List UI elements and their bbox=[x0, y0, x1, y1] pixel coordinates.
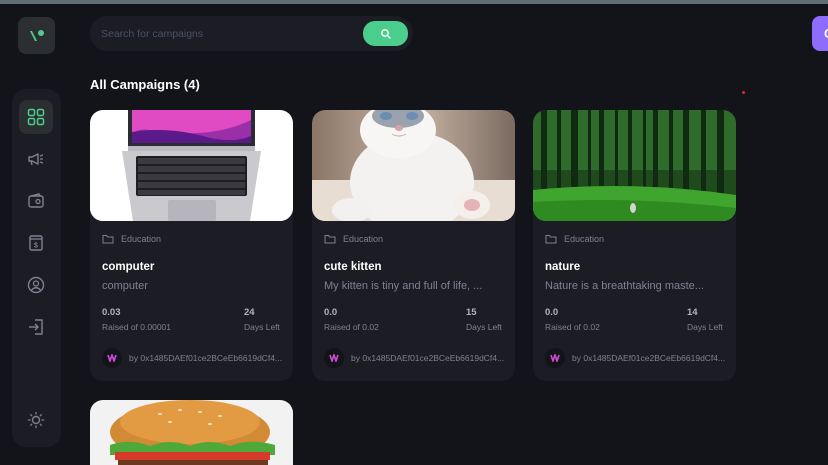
owner-avatar bbox=[324, 348, 344, 368]
user-icon bbox=[27, 276, 45, 294]
campaign-title: computer bbox=[102, 261, 155, 273]
search-input[interactable] bbox=[90, 27, 363, 40]
wallet-icon bbox=[28, 193, 44, 208]
campaign-card[interactable] bbox=[90, 400, 293, 465]
megaphone-icon bbox=[28, 153, 44, 166]
campaign-description: computer bbox=[102, 280, 148, 292]
app-logo[interactable] bbox=[18, 17, 55, 54]
create-campaign-button[interactable]: C bbox=[812, 16, 828, 51]
receipt-icon: $ bbox=[29, 235, 43, 251]
search-icon bbox=[380, 28, 391, 39]
grid-icon bbox=[27, 108, 45, 126]
owner-logo-icon bbox=[329, 354, 339, 362]
campaign-title: cute kitten bbox=[324, 261, 382, 273]
owner-logo-icon bbox=[550, 354, 560, 362]
campaign-owner: by 0x1485DAEf01ce2BCeEb6619dCf4... bbox=[324, 348, 506, 368]
raised-value: 0.0 bbox=[324, 307, 338, 318]
nav-payment[interactable] bbox=[19, 184, 53, 218]
campaign-image-burger bbox=[90, 400, 293, 465]
raised-label: Raised of 0.02 bbox=[324, 322, 379, 332]
campaign-card[interactable]: Education cute kitten My kitten is tiny … bbox=[312, 110, 515, 381]
raised-label: Raised of 0.02 bbox=[545, 322, 600, 332]
nav-logout[interactable] bbox=[19, 310, 53, 344]
sun-icon bbox=[27, 411, 45, 429]
notification-dot bbox=[742, 91, 745, 94]
svg-text:$: $ bbox=[34, 243, 38, 250]
category-label: Education bbox=[121, 234, 162, 244]
campaign-owner: by 0x1485DAEf01ce2BCeEb6619dCf4... bbox=[102, 348, 284, 368]
search-button[interactable] bbox=[363, 21, 408, 46]
nav-withdraw[interactable]: $ bbox=[19, 226, 53, 260]
campaign-image-forest bbox=[533, 110, 736, 221]
sidebar: $ bbox=[12, 89, 61, 447]
owner-avatar bbox=[102, 348, 122, 368]
campaign-category: Education bbox=[102, 234, 161, 244]
campaign-category: Education bbox=[324, 234, 383, 244]
raised-label: Raised of 0.00001 bbox=[102, 322, 171, 332]
category-label: Education bbox=[564, 234, 605, 244]
page-title: All Campaigns (4) bbox=[90, 77, 200, 92]
category-label: Education bbox=[343, 234, 384, 244]
days-left-value: 14 bbox=[687, 307, 698, 318]
window-top-strip bbox=[0, 0, 828, 4]
days-left-label: Days Left bbox=[466, 322, 502, 332]
campaign-owner: by 0x1485DAEf01ce2BCeEb6619dCf4... bbox=[545, 348, 727, 368]
owner-address: by 0x1485DAEf01ce2BCeEb6619dCf4... bbox=[572, 353, 726, 363]
days-left-label: Days Left bbox=[244, 322, 280, 332]
raised-value: 0.03 bbox=[102, 307, 121, 318]
owner-avatar bbox=[545, 348, 565, 368]
theme-toggle[interactable] bbox=[19, 403, 53, 437]
campaign-category: Education bbox=[545, 234, 604, 244]
campaign-image-kitten bbox=[312, 110, 515, 221]
raised-value: 0.0 bbox=[545, 307, 559, 318]
days-left-value: 15 bbox=[466, 307, 477, 318]
folder-icon bbox=[545, 235, 557, 244]
logo-icon bbox=[29, 29, 44, 41]
owner-logo-icon bbox=[107, 354, 117, 362]
campaign-title: nature bbox=[545, 261, 581, 273]
days-left-value: 24 bbox=[244, 307, 255, 318]
nav-profile[interactable] bbox=[19, 268, 53, 302]
days-left-label: Days Left bbox=[687, 322, 723, 332]
campaign-description: Nature is a breathtaking maste... bbox=[545, 280, 704, 292]
folder-icon bbox=[102, 235, 114, 244]
logout-icon bbox=[29, 319, 43, 335]
search-bar bbox=[90, 16, 413, 51]
campaign-image-laptop bbox=[90, 110, 293, 221]
nav-dashboard[interactable] bbox=[19, 100, 53, 134]
campaign-card[interactable]: Education nature Nature is a breathtakin… bbox=[533, 110, 736, 381]
owner-address: by 0x1485DAEf01ce2BCeEb6619dCf4... bbox=[351, 353, 505, 363]
campaign-card[interactable]: Education computer computer 0.03 Raised … bbox=[90, 110, 293, 381]
owner-address: by 0x1485DAEf01ce2BCeEb6619dCf4... bbox=[129, 353, 283, 363]
campaign-description: My kitten is tiny and full of life, ... bbox=[324, 280, 483, 292]
folder-icon bbox=[324, 235, 336, 244]
nav-campaign[interactable] bbox=[19, 142, 53, 176]
